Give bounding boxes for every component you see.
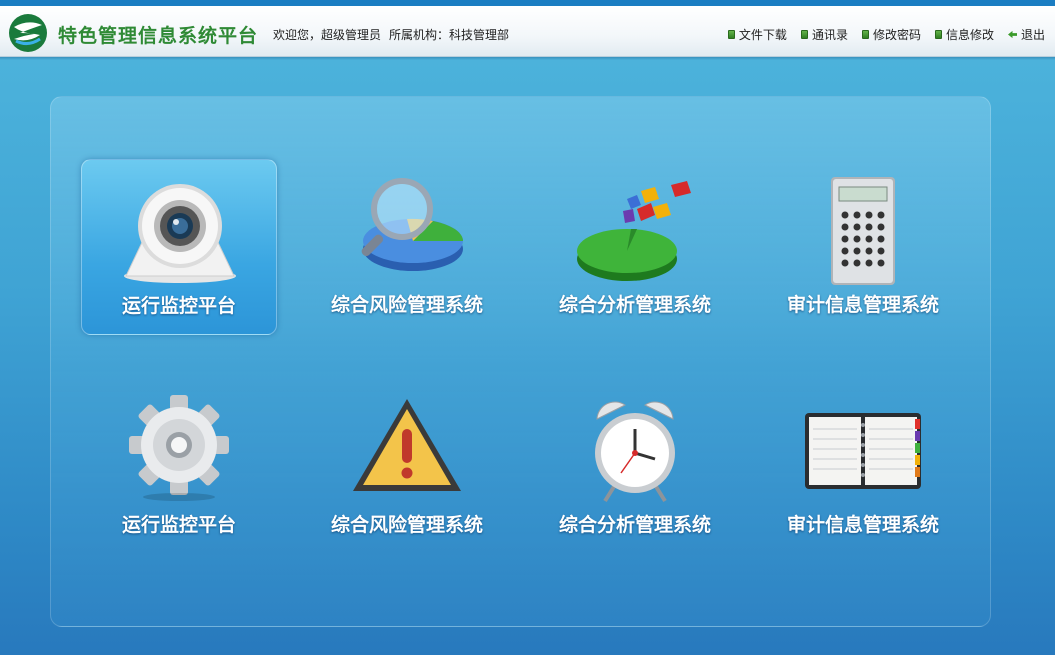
tile-label: 审计信息管理系统 [786,514,939,536]
tile-monitoring-platform-2[interactable]: 运行监控平台 [81,379,277,555]
green-bullet-icon [934,30,942,39]
header-shadow [0,57,1055,60]
notebook-icon [805,413,921,489]
app-title: 特色管理信息系统平台 [58,25,259,47]
file-download-link[interactable]: 文件下载 [727,26,787,43]
alarm-clock-icon [595,401,675,503]
link-label: 文件下载 [738,28,787,42]
green-bullet-icon [727,30,735,39]
logo-icon [9,14,47,52]
link-label: 信息修改 [945,28,994,42]
tile-risk-management-2[interactable]: 综合风险管理系统 [309,379,505,555]
tile-label: 运行监控平台 [121,295,236,317]
tile-label: 综合分析管理系统 [558,514,711,536]
gear-icon [129,395,229,501]
warning-icon [353,399,461,491]
welcome-user: 欢迎您，超级管理员 [273,28,382,42]
tile-monitoring-platform[interactable]: 运行监控平台 [81,159,277,335]
top-links: 文件下载 通讯录 修改密码 信息修改 退出 [727,26,1045,43]
tile-analysis-management[interactable]: 综合分析管理系统 [537,159,733,335]
green-bullet-icon [800,30,808,39]
tile-label: 审计信息管理系统 [786,294,939,316]
exit-arrow-icon [1007,30,1017,39]
header-bar: 特色管理信息系统平台 欢迎您，超级管理员 所属机构：科技管理部 文件下载 通讯录 … [0,6,1055,57]
link-label: 修改密码 [872,28,921,42]
address-book-link[interactable]: 通讯录 [800,26,848,43]
org-label: 所属机构：科技管理部 [389,28,510,42]
calculator-icon [831,177,895,285]
tile-label: 综合分析管理系统 [558,294,711,316]
tile-audit-management[interactable]: 审计信息管理系统 [765,159,961,335]
tile-risk-management[interactable]: 综合风险管理系统 [309,159,505,335]
link-label: 通讯录 [811,28,848,42]
tile-label: 综合风险管理系统 [330,294,483,316]
tile-label: 运行监控平台 [121,514,236,536]
green-bullet-icon [861,30,869,39]
magnifier-pie-icon [361,178,463,271]
tile-audit-management-2[interactable]: 审计信息管理系统 [765,379,961,555]
edit-info-link[interactable]: 信息修改 [934,26,994,43]
welcome-text: 欢迎您，超级管理员 所属机构：科技管理部 [273,26,517,43]
main-panel: 运行监控平台 综合风险管理系统 综合分析管理系统 审计信息管理系统 运行监控平台… [50,96,991,627]
change-password-link[interactable]: 修改密码 [861,26,921,43]
tile-analysis-management-2[interactable]: 综合分析管理系统 [537,379,733,555]
link-label: 退出 [1020,28,1045,42]
tile-label: 综合风险管理系统 [330,514,483,536]
webcam-icon [124,184,236,283]
pie-chart-icon [577,181,691,281]
logout-link[interactable]: 退出 [1007,26,1045,43]
